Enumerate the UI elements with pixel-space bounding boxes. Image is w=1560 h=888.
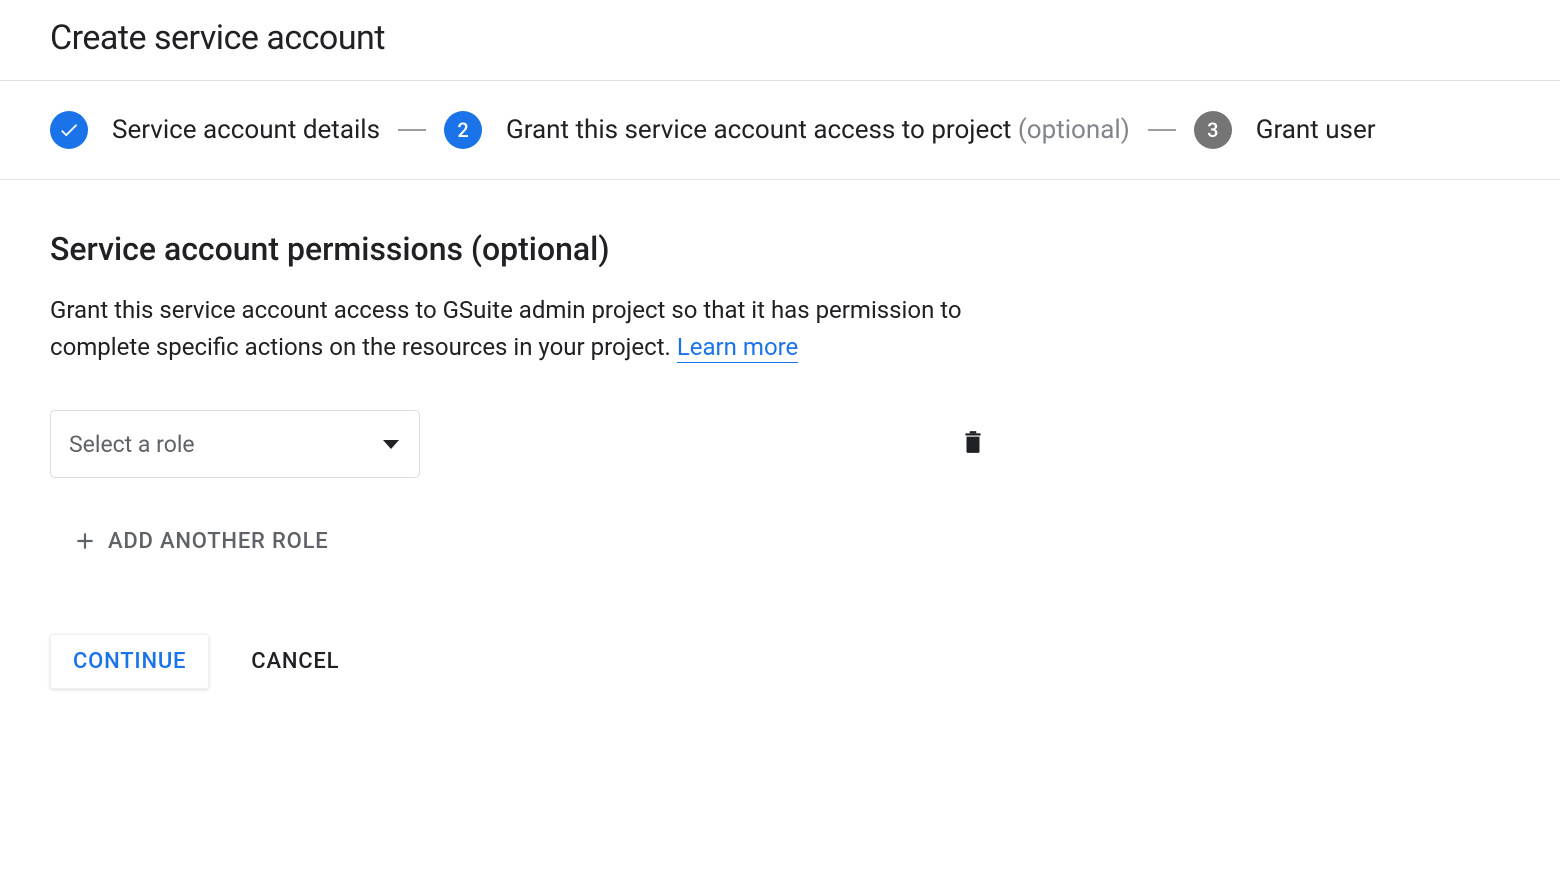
plus-icon <box>72 528 98 554</box>
step-2-label-text: Grant this service account access to pro… <box>506 115 1011 145</box>
add-role-label: ADD ANOTHER ROLE <box>108 529 329 554</box>
step-2[interactable]: 2 Grant this service account access to p… <box>444 111 1130 149</box>
cancel-button[interactable]: CANCEL <box>251 649 339 674</box>
stepper: Service account details 2 Grant this ser… <box>0 81 1560 180</box>
action-buttons: CONTINUE CANCEL <box>50 634 1510 689</box>
role-select-placeholder: Select a role <box>69 431 195 458</box>
chevron-down-icon <box>383 440 399 449</box>
step-3[interactable]: 3 Grant user <box>1194 111 1376 149</box>
role-row: Select a role <box>50 410 1510 478</box>
add-another-role-button[interactable]: ADD ANOTHER ROLE <box>56 518 345 564</box>
trash-icon <box>960 427 986 457</box>
page-title: Create service account <box>50 18 1510 58</box>
section-title: Service account permissions (optional) <box>50 230 1510 268</box>
step-2-label: Grant this service account access to pro… <box>506 115 1130 145</box>
step-divider <box>398 129 426 131</box>
step-1[interactable]: Service account details <box>50 111 380 149</box>
role-select-dropdown[interactable]: Select a role <box>50 410 420 478</box>
section-description-text: Grant this service account access to GSu… <box>50 296 962 361</box>
content: Service account permissions (optional) G… <box>0 180 1560 729</box>
delete-role-button[interactable] <box>960 427 986 461</box>
step-2-optional: (optional) <box>1018 115 1130 145</box>
page-header: Create service account <box>0 0 1560 81</box>
step-2-number-icon: 2 <box>444 111 482 149</box>
section-description: Grant this service account access to GSu… <box>50 292 1030 366</box>
step-divider <box>1148 129 1176 131</box>
step-1-label: Service account details <box>112 115 380 145</box>
step-3-label: Grant user <box>1256 115 1376 145</box>
learn-more-link[interactable]: Learn more <box>677 333 798 363</box>
check-icon <box>50 111 88 149</box>
step-3-number-icon: 3 <box>1194 111 1232 149</box>
continue-button[interactable]: CONTINUE <box>50 634 209 689</box>
